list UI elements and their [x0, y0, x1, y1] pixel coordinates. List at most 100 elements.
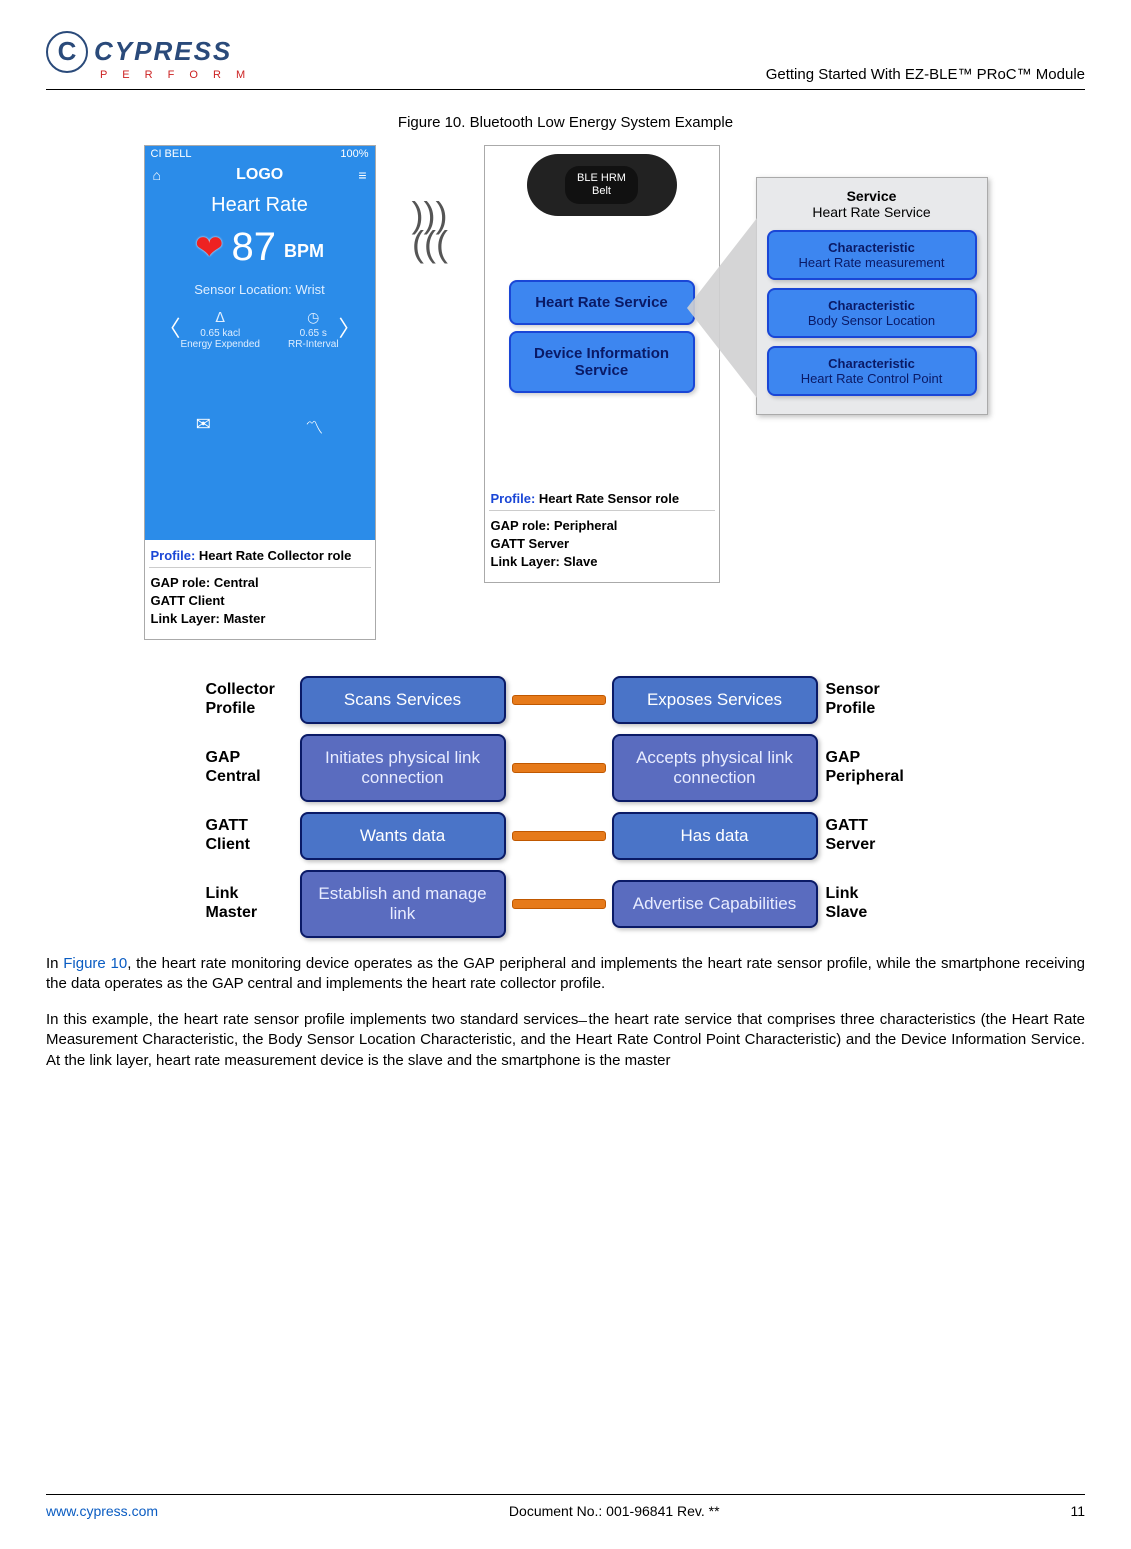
callout-wedge-icon	[687, 218, 757, 398]
char3-bold: Characteristic	[773, 356, 971, 371]
service-detail-panel: Service Heart Rate Service Characteristi…	[756, 177, 988, 415]
matrix-right-label: GATTServer	[826, 817, 920, 854]
char2-bold: Characteristic	[773, 298, 971, 313]
figure-area: CI BELL 100% ⌂ LOGO ≡ Heart Rate ❤ 87 BP…	[46, 145, 1085, 640]
chevron-right-icon: 〉	[339, 311, 361, 343]
metric-rr-label: RR-Interval	[288, 339, 339, 350]
char1-bold: Characteristic	[773, 240, 971, 255]
heart-rate-unit: BPM	[284, 241, 324, 262]
sensor-gatt-role: GATT Server	[491, 535, 713, 553]
service-title-sub: Heart Rate Service	[812, 204, 930, 220]
phone-profile-line: Profile: Heart Rate Collector role	[145, 540, 375, 567]
menu-icon: ≡	[358, 167, 366, 183]
phone-mock: CI BELL 100% ⌂ LOGO ≡ Heart Rate ❤ 87 BP…	[144, 145, 376, 640]
header-rule	[46, 89, 1085, 90]
matrix-right-action: Has data	[612, 812, 818, 860]
sensor-mock: BLE HRM Belt Heart Rate Service Device I…	[484, 145, 720, 583]
brand-name: CYPRESS	[94, 36, 232, 67]
matrix-connector-icon	[512, 899, 606, 909]
matrix-row: GATTClientWants dataHas dataGATTServer	[206, 812, 926, 860]
matrix-right-label: GAPPeripheral	[826, 749, 920, 786]
matrix-right-action: Advertise Capabilities	[612, 880, 818, 928]
p1-a: In	[46, 955, 63, 972]
heart-rate-value-row: ❤ 87 BPM	[149, 225, 371, 270]
service-title-bold: Service	[847, 188, 897, 204]
sensor-location-text: Sensor Location: Wrist	[149, 282, 371, 297]
matrix-left-action: Scans Services	[300, 676, 506, 724]
status-left: CI BELL	[151, 148, 192, 160]
heart-rate-label: Heart Rate	[149, 194, 371, 217]
hrm-belt-graphic: BLE HRM Belt	[527, 154, 677, 216]
role-matrix: CollectorProfileScans Services Exposes Se…	[206, 676, 926, 938]
matrix-right-action: Accepts physical link connection	[612, 734, 818, 802]
matrix-right-action: Exposes Services	[612, 676, 818, 724]
characteristic-hr-control-point: CharacteristicHeart Rate Control Point	[767, 346, 977, 396]
footer-rule	[46, 1494, 1085, 1495]
phone-gatt-role: GATT Client	[151, 592, 369, 610]
phone-bottom-icons: ✉ 〽	[149, 414, 371, 440]
page-header: C CYPRESS P E R F O R M Getting Started …	[46, 28, 1085, 90]
brand-logo: C CYPRESS P E R F O R M	[46, 31, 251, 81]
cypress-logo-icon: C	[46, 31, 88, 73]
matrix-connector-icon	[512, 695, 606, 705]
heart-rate-number: 87	[232, 225, 277, 270]
belt-line1: BLE HRM	[577, 172, 626, 185]
matrix-left-action: Wants data	[300, 812, 506, 860]
matrix-right-label: SensorProfile	[826, 681, 920, 718]
metric-energy-label: Energy Expended	[180, 339, 260, 350]
sensor-link-layer: Link Layer: Slave	[491, 553, 713, 571]
sensor-profile-text: Heart Rate Sensor role	[535, 491, 679, 506]
matrix-left-label: GAPCentral	[206, 749, 300, 786]
wireless-waves-icon: ))))))	[412, 201, 448, 259]
device-info-service-box: Device Information Service	[509, 331, 695, 393]
sensor-roles: GAP role: Peripheral GATT Server Link La…	[485, 511, 719, 582]
char3-text: Heart Rate Control Point	[801, 371, 943, 386]
paragraph-1: In Figure 10, the heart rate monitoring …	[46, 954, 1085, 995]
service-panel-title: Service Heart Rate Service	[767, 188, 977, 220]
matrix-left-action: Establish and manage link	[300, 870, 506, 938]
heart-icon: ❤	[195, 228, 224, 268]
matrix-left-label: CollectorProfile	[206, 681, 300, 718]
characteristic-body-sensor-location: CharacteristicBody Sensor Location	[767, 288, 977, 338]
matrix-row: GAPCentralInitiates physical link connec…	[206, 734, 926, 802]
profile-prefix: Profile:	[491, 491, 536, 506]
mail-icon: ✉	[196, 414, 211, 440]
heart-rate-service-box: Heart Rate Service	[509, 280, 695, 325]
status-right: 100%	[340, 148, 368, 160]
phone-profile-text: Heart Rate Collector role	[195, 548, 351, 563]
footer-page: 11	[1070, 1503, 1085, 1519]
profile-prefix: Profile:	[151, 548, 196, 563]
brand-tagline: P E R F O R M	[100, 69, 251, 81]
matrix-row: LinkMasterEstablish and manage link Adver…	[206, 870, 926, 938]
app-logo-text: LOGO	[236, 166, 283, 184]
paragraph-2: In this example, the heart rate sensor p…	[46, 1010, 1085, 1071]
metric-rr: ◷ 0.65 s RR-Interval	[288, 309, 339, 350]
clock-icon: ◷	[288, 309, 339, 326]
p1-b: , the heart rate monitoring device opera…	[46, 955, 1085, 992]
phone-roles: GAP role: Central GATT Client Link Layer…	[145, 568, 375, 639]
phone-gap-role: GAP role: Central	[151, 574, 369, 592]
phone-body: Heart Rate ❤ 87 BPM Sensor Location: Wri…	[145, 188, 375, 540]
figure-caption: Figure 10. Bluetooth Low Energy System E…	[46, 114, 1085, 131]
phone-statusbar: CI BELL 100%	[145, 146, 375, 162]
footer-docno: Document No.: 001-96841 Rev. **	[509, 1503, 720, 1519]
matrix-left-label: LinkMaster	[206, 885, 300, 922]
matrix-connector-icon	[512, 831, 606, 841]
phone-titlebar: ⌂ LOGO ≡	[145, 162, 375, 188]
page-footer: www.cypress.com Document No.: 001-96841 …	[46, 1494, 1085, 1519]
logo-row: C CYPRESS P E R F O R M Getting Started …	[46, 28, 1085, 83]
matrix-connector-icon	[512, 763, 606, 773]
figure10-link[interactable]: Figure 10	[63, 955, 127, 972]
matrix-left-action: Initiates physical link connection	[300, 734, 506, 802]
flame-icon: ᐃ	[180, 309, 260, 326]
phone-link-layer: Link Layer: Master	[151, 610, 369, 628]
metric-rr-value: 0.65 s	[300, 328, 327, 339]
metric-energy: ᐃ 0.65 kacl Energy Expended	[180, 309, 260, 350]
chart-icon: 〽	[305, 414, 323, 440]
characteristic-hr-measurement: CharacteristicHeart Rate measurement	[767, 230, 977, 280]
sensor-profile-line: Profile: Heart Rate Sensor role	[485, 483, 719, 510]
footer-site-link[interactable]: www.cypress.com	[46, 1503, 158, 1519]
char1-text: Heart Rate measurement	[799, 255, 945, 270]
char2-text: Body Sensor Location	[808, 313, 935, 328]
doc-title: Getting Started With EZ-BLE™ PRoC™ Modul…	[766, 66, 1085, 83]
